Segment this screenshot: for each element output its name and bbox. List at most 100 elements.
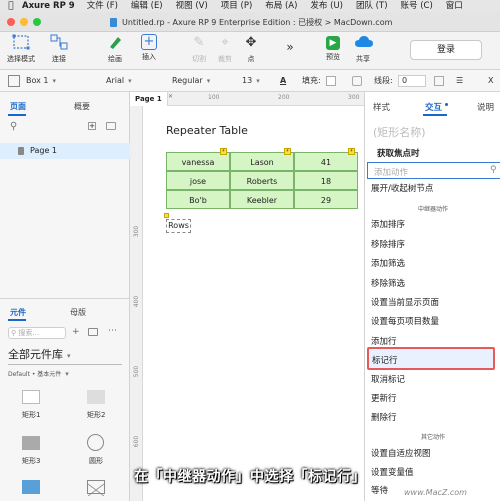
- menu-project[interactable]: 项目 (P): [221, 0, 252, 13]
- font-family-dropdown[interactable]: Arial: [106, 70, 132, 92]
- action-search-placeholder: 添加动作: [374, 168, 409, 178]
- share-label: 共享: [356, 55, 370, 63]
- menu-item-toggle-tree[interactable]: 展开/收起树节点: [371, 182, 433, 194]
- search-icon[interactable]: ⚲: [10, 121, 17, 132]
- menu-item-update-rows[interactable]: 更新行: [371, 392, 397, 404]
- repeater-handle-icon[interactable]: [164, 213, 169, 218]
- window-title: Untitled.rp - Axure RP 9 Enterprise Edit…: [122, 18, 393, 27]
- add-library-icon[interactable]: +: [72, 327, 80, 337]
- menu-item-unmark-rows[interactable]: 取消标记: [371, 373, 405, 385]
- widget-type-icon: [8, 75, 20, 87]
- point-button[interactable]: ✥ 点: [232, 34, 270, 64]
- tab-interactions-underline: [423, 114, 447, 116]
- login-button[interactable]: 登录: [410, 40, 482, 60]
- menu-item-set-current-page[interactable]: 设置当前显示页面: [371, 296, 439, 308]
- tab-outline[interactable]: 概要: [74, 101, 90, 112]
- tab-notes[interactable]: 说明: [477, 101, 494, 113]
- rectangle1-thumb-icon[interactable]: [22, 390, 40, 404]
- select-mode-button[interactable]: 选择模式: [2, 34, 40, 64]
- zoom-window-button[interactable]: [33, 18, 41, 26]
- tab-pages[interactable]: 页面: [10, 101, 26, 112]
- table-cell[interactable]: 18: [294, 171, 358, 190]
- tab-interactions[interactable]: 交互: [425, 101, 442, 113]
- close-window-button[interactable]: [7, 18, 15, 26]
- table-cell[interactable]: Roberts: [230, 171, 294, 190]
- page-tab-close-icon[interactable]: ✕: [168, 93, 173, 100]
- ruler-mark: 300: [348, 94, 360, 101]
- fill-color-swatch[interactable]: [326, 76, 336, 86]
- menu-edit[interactable]: 编辑 (E): [131, 0, 163, 13]
- page-icon: [18, 147, 24, 155]
- page-tab[interactable]: Page 1: [130, 92, 168, 106]
- menu-team[interactable]: 团队 (T): [356, 0, 388, 13]
- rectangle2-thumb-icon[interactable]: [87, 390, 105, 404]
- repeater-rows-label[interactable]: Rows: [166, 219, 191, 233]
- circle-thumb-icon[interactable]: [87, 434, 104, 451]
- draw-button[interactable]: 绘画: [96, 34, 134, 64]
- widget-search-input[interactable]: ⚲ 搜索...: [8, 327, 66, 339]
- shape-name-field[interactable]: (矩形名称): [373, 124, 426, 140]
- action-search-input[interactable]: 添加动作 ⚲: [367, 162, 500, 179]
- menu-item-remove-sort[interactable]: 移除排序: [371, 238, 405, 250]
- minimize-window-button[interactable]: [20, 18, 28, 26]
- connect-button[interactable]: 连接: [40, 34, 78, 64]
- line-width-input[interactable]: 0: [398, 75, 426, 87]
- menu-account[interactable]: 账号 (C): [401, 0, 433, 13]
- menu-item-add-sort[interactable]: 添加排序: [371, 218, 405, 230]
- menu-window[interactable]: 窗口: [446, 0, 463, 13]
- menu-item-add-filter[interactable]: 添加筛选: [371, 257, 405, 269]
- share-button[interactable]: 共享: [344, 34, 382, 64]
- insert-label: 插入: [142, 53, 156, 61]
- font-weight-dropdown[interactable]: Regular: [172, 70, 210, 92]
- tab-masters[interactable]: 母版: [70, 307, 86, 318]
- folder-icon[interactable]: [106, 122, 116, 130]
- menu-view[interactable]: 视图 (V): [176, 0, 208, 13]
- select-mode-icon: [12, 34, 30, 52]
- menu-publish[interactable]: 发布 (U): [310, 0, 343, 13]
- select-mode-label: 选择模式: [7, 55, 35, 63]
- menu-file[interactable]: 文件 (F): [87, 0, 118, 13]
- ruler-mark: 300: [133, 225, 141, 238]
- menu-layout[interactable]: 布局 (A): [265, 0, 297, 13]
- more-icon[interactable]: ⋯: [108, 326, 117, 336]
- apple-icon[interactable]: : [0, 0, 22, 13]
- menu-item-set-items-per-page[interactable]: 设置每页项目数量: [371, 315, 439, 327]
- tab-widgets[interactable]: 元件: [10, 307, 26, 318]
- library-subtitle[interactable]: Default • 基本元件: [8, 369, 69, 378]
- event-label: 获取焦点时: [377, 149, 420, 159]
- cloud-icon: [354, 34, 373, 52]
- menu-item-remove-filter[interactable]: 移除筛选: [371, 277, 405, 289]
- ruler-mark: 500: [133, 365, 141, 378]
- line-style-icon[interactable]: ☰: [456, 70, 463, 92]
- app-menu[interactable]: Axure RP 9: [22, 0, 75, 13]
- rectangle3-thumb-icon[interactable]: [22, 436, 40, 450]
- play-icon: ▶: [326, 36, 340, 50]
- search-icon: ⚲: [490, 165, 497, 175]
- menu-item-delete-rows[interactable]: 删除行: [371, 411, 397, 423]
- table-cell[interactable]: jose: [166, 171, 230, 190]
- page-item-label: Page 1: [30, 146, 57, 155]
- tab-style[interactable]: 样式: [373, 101, 390, 113]
- table-cell[interactable]: Bo'b: [166, 190, 230, 209]
- menu-item-set-adaptive-view[interactable]: 设置自适应视图: [371, 447, 431, 459]
- library-dropdown[interactable]: 全部元件库: [8, 346, 122, 365]
- rectangle3-label: 矩形3: [22, 457, 41, 465]
- menu-item-mark-rows[interactable]: 标记行: [367, 347, 495, 370]
- more-chevron-icon[interactable]: »: [280, 40, 300, 54]
- library-folder-icon[interactable]: [88, 328, 98, 336]
- menu-item-add-rows[interactable]: 添加行: [371, 335, 397, 347]
- tab-pages-underline: [8, 114, 26, 116]
- add-page-icon[interactable]: +: [88, 122, 96, 130]
- shadow-icon[interactable]: [352, 76, 362, 86]
- circle-label: 圆形: [89, 457, 103, 465]
- search-icon: ⚲: [11, 329, 17, 337]
- page-list-item[interactable]: Page 1: [0, 143, 130, 159]
- line-color-swatch[interactable]: [434, 76, 444, 86]
- font-size-dropdown[interactable]: 13: [242, 70, 260, 92]
- table-cell[interactable]: Keebler: [230, 190, 294, 209]
- insert-button[interactable]: + 插入: [130, 34, 168, 62]
- text-color-icon[interactable]: A: [280, 70, 286, 92]
- widget-name-dropdown[interactable]: Box 1: [26, 70, 56, 92]
- divider: [0, 298, 130, 299]
- table-cell[interactable]: 29: [294, 190, 358, 209]
